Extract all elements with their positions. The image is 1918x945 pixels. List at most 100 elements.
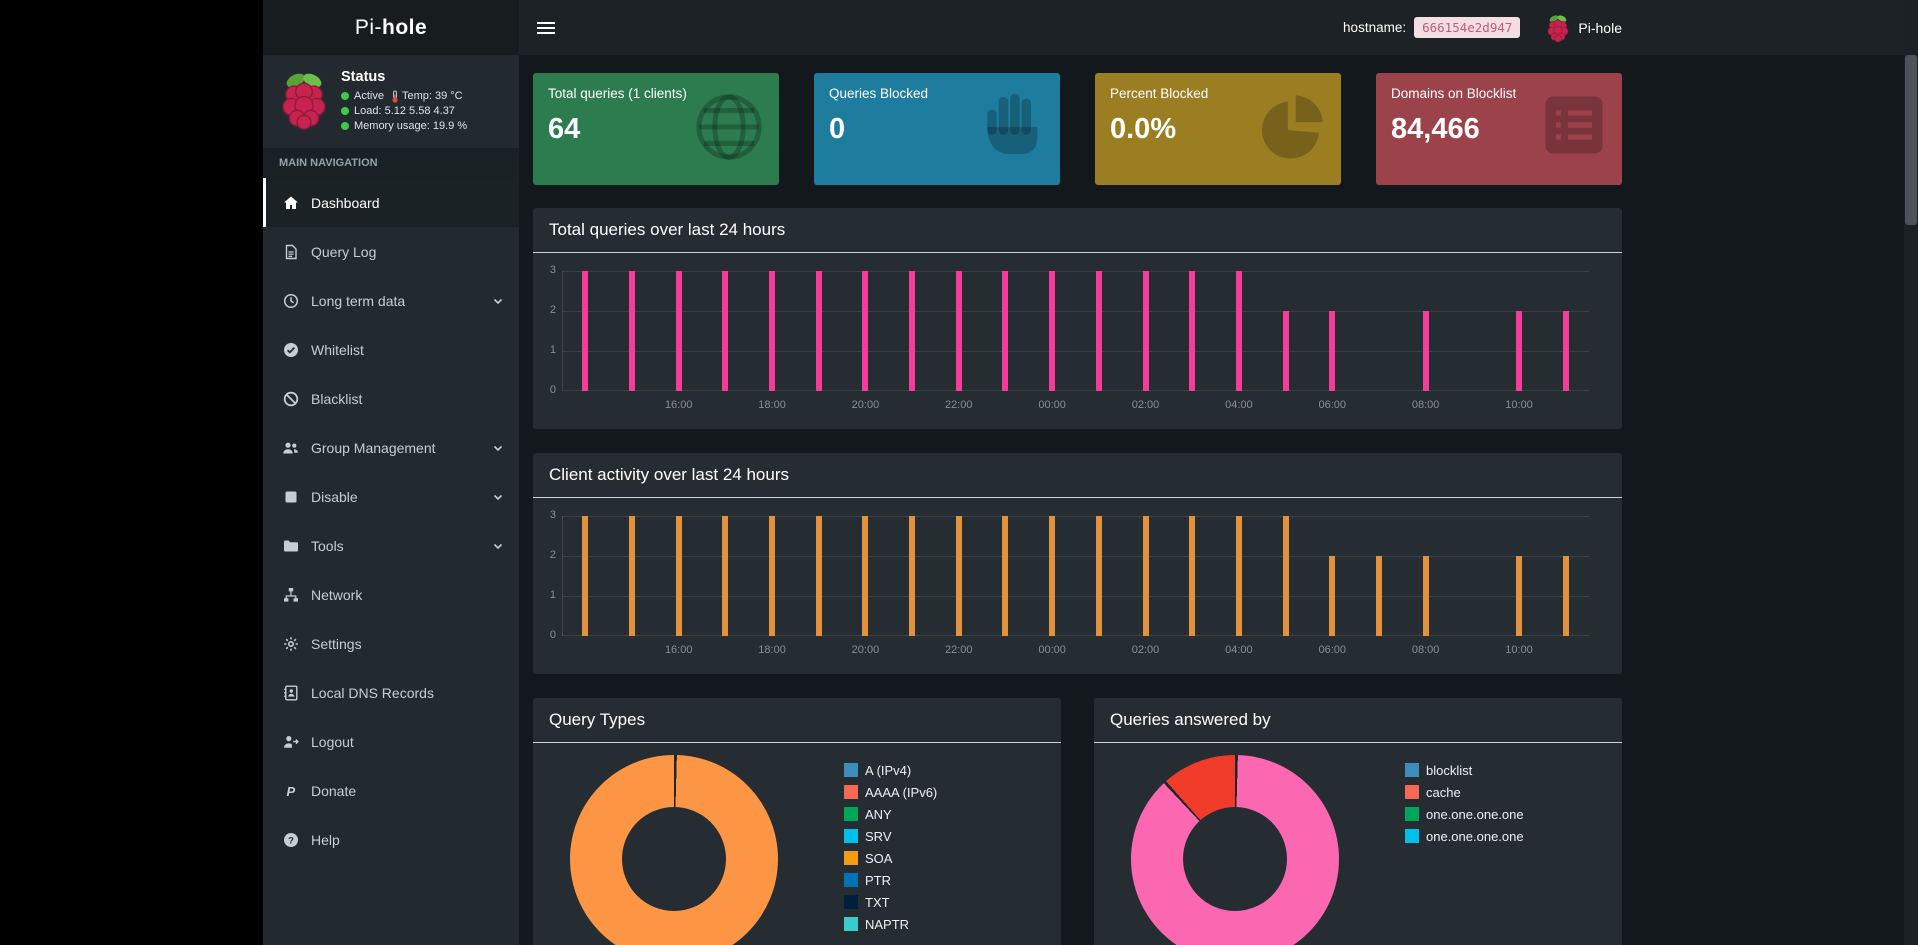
legend-item[interactable]: SOA: [844, 847, 937, 869]
sidebar-item-label: Settings: [311, 635, 362, 652]
stop-icon: [281, 489, 300, 505]
status-row-active: Active Temp: 39 °C: [341, 89, 467, 104]
bar: [862, 516, 869, 636]
x-tick-label: 10:00: [1505, 399, 1533, 411]
legend-item[interactable]: AAAA (IPv6): [844, 781, 937, 803]
sidebar-item-label: Help: [311, 831, 340, 848]
status-load: Load: 5.12 5.58 4.37: [354, 105, 455, 117]
y-tick-label: 2: [549, 549, 556, 561]
x-tick-label: 04:00: [1225, 644, 1253, 656]
screen-left-gutter: [0, 0, 263, 945]
legend-item[interactable]: ANY: [844, 803, 937, 825]
bar: [1142, 516, 1149, 636]
legend-item[interactable]: A (IPv4): [844, 759, 937, 781]
gridline: [562, 390, 1589, 391]
legend-item[interactable]: NAPTR: [844, 913, 937, 935]
sidebar-item-help[interactable]: ? Help: [263, 815, 519, 864]
legend-swatch-icon: [844, 917, 858, 931]
query-types-chart: A (IPv4) AAAA (IPv6) ANY SRV SOA PTR TXT NAPTR: [533, 743, 1061, 945]
plot-area: [562, 516, 1589, 636]
legend-swatch-icon: [1405, 785, 1419, 799]
network-icon: [281, 587, 300, 603]
legend-item[interactable]: TXT: [844, 891, 937, 913]
sidebar-item-logout[interactable]: Logout: [263, 717, 519, 766]
legend-swatch-icon: [844, 807, 858, 821]
y-tick-label: 3: [549, 509, 556, 521]
logo-text-bold: hole: [382, 15, 428, 39]
sidebar-item-group-management[interactable]: Group Management: [263, 423, 519, 472]
chevron-down-icon: [492, 442, 504, 454]
queries-answered-by-panel: Queries answered by blocklist cache one.on…: [1094, 698, 1622, 945]
legend-label: one.one.one.one: [1426, 806, 1524, 822]
clock-icon: [281, 293, 300, 309]
legend-item[interactable]: one.one.one.one: [1405, 825, 1524, 847]
sidebar-item-donate[interactable]: P Donate: [263, 766, 519, 815]
sidebar-item-tools[interactable]: Tools: [263, 521, 519, 570]
legend-item[interactable]: PTR: [844, 869, 937, 891]
scrollbar-track[interactable]: [1904, 0, 1918, 945]
bar: [1235, 516, 1242, 636]
gridline: [562, 271, 1589, 272]
legend-label: one.one.one.one: [1426, 828, 1524, 844]
status-memory: Memory usage: 19.9 %: [354, 120, 468, 132]
legend-item[interactable]: blocklist: [1405, 759, 1524, 781]
bar: [675, 271, 682, 391]
x-tick-label: 06:00: [1318, 399, 1347, 411]
status-temp: Temp: 39 °C: [401, 90, 463, 102]
sidebar-item-label: Whitelist: [311, 341, 364, 358]
sidebar-item-settings[interactable]: Settings: [263, 619, 519, 668]
sidebar-item-query-log[interactable]: Query Log: [263, 227, 519, 276]
legend-item[interactable]: one.one.one.one: [1405, 803, 1524, 825]
gridline: [562, 351, 1589, 352]
bar: [1235, 271, 1242, 391]
x-tick-label: 04:00: [1225, 399, 1253, 411]
sidebar-item-blacklist[interactable]: Blacklist: [263, 374, 519, 423]
status-title: Status: [341, 69, 386, 85]
chart-legend: blocklist cache one.one.one.one one.one.one…: [1405, 759, 1524, 847]
navbar: Pi-hole hostname: 666154e2d947 Pi-hole: [263, 0, 1904, 55]
thermometer-icon: [392, 90, 398, 103]
sidebar-section-label: MAIN NAVIGATION: [263, 148, 519, 178]
legend-swatch-icon: [844, 763, 858, 777]
bar: [1049, 516, 1056, 636]
bar: [815, 271, 822, 391]
bar: [1562, 556, 1569, 636]
sidebar-item-whitelist[interactable]: Whitelist: [263, 325, 519, 374]
sidebar-menu: Dashboard Query Log Long term data White…: [263, 178, 519, 864]
status-dot-icon: [341, 107, 349, 116]
app-logo[interactable]: Pi-hole: [263, 0, 519, 55]
legend-label: PTR: [865, 872, 891, 888]
sidebar-item-disable[interactable]: Disable: [263, 472, 519, 521]
bar: [1189, 271, 1196, 391]
status-panel: Status Active Temp: 39 °C Load: 5.12 5.58…: [263, 55, 519, 148]
sidebar-item-long-term-data[interactable]: Long term data: [263, 276, 519, 325]
bar: [862, 271, 869, 391]
donate-paypal-icon: P: [281, 783, 300, 799]
scrollbar-thumb[interactable]: [1905, 55, 1917, 225]
legend-item[interactable]: SRV: [844, 825, 937, 847]
hostname-badge: 666154e2d947: [1414, 17, 1521, 38]
chart-legend: A (IPv4) AAAA (IPv6) ANY SRV SOA PTR TXT NAPTR: [844, 759, 937, 935]
sidebar-item-network[interactable]: Network: [263, 570, 519, 619]
sidebar-item-dashboard[interactable]: Dashboard: [263, 178, 519, 227]
y-tick-label: 1: [549, 344, 556, 356]
x-tick-label: 10:00: [1505, 644, 1533, 656]
legend-item[interactable]: cache: [1405, 781, 1524, 803]
plot-area: [562, 271, 1589, 391]
hand-paper-icon: [976, 89, 1048, 170]
x-tick-label: 18:00: [758, 644, 786, 656]
sidebar-item-label: Dashboard: [311, 194, 380, 211]
bar: [582, 516, 589, 636]
y-axis-line: [562, 271, 563, 391]
brand-link[interactable]: Pi-hole: [1546, 13, 1622, 43]
sidebar-item-label: Network: [311, 586, 363, 603]
sidebar-toggle-button[interactable]: [519, 0, 573, 55]
legend-label: A (IPv4): [865, 762, 912, 778]
bar: [1282, 516, 1289, 636]
sidebar-item-local-dns-records[interactable]: Local DNS Records: [263, 668, 519, 717]
sidebar-item-label: Blacklist: [311, 390, 363, 407]
legend-label: TXT: [865, 894, 890, 910]
bar: [769, 271, 776, 391]
x-tick-label: 22:00: [945, 644, 973, 656]
status-dot-icon: [341, 92, 349, 101]
